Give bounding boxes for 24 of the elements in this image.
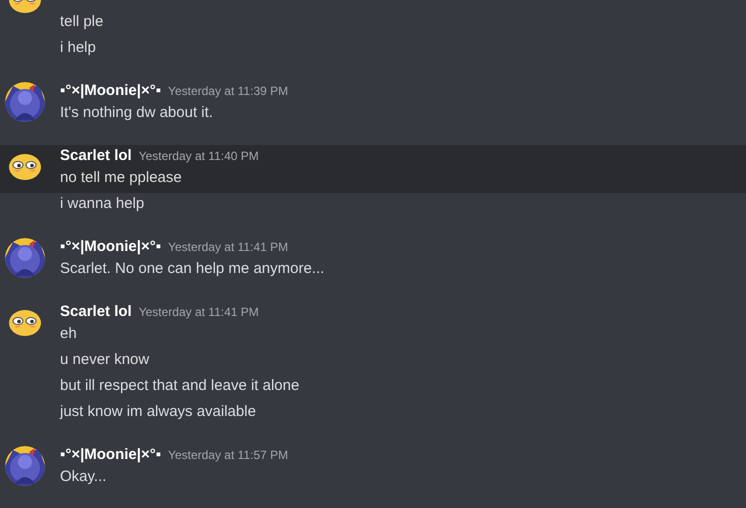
avatar-icon: [5, 82, 45, 122]
message-text: u never know: [60, 351, 150, 368]
message-text: eh: [60, 325, 77, 342]
message-text: i help: [60, 39, 96, 56]
message-text: Scarlet. No one can help me anymore...: [60, 260, 324, 277]
author-name[interactable]: Scarlet lol: [60, 300, 132, 324]
timestamp: Yesterday at 11:41 PM: [138, 304, 259, 321]
avatar-icon: [5, 238, 45, 278]
timestamp: Yesterday at 11:39 PM: [168, 83, 288, 100]
author-name[interactable]: ▪°×|Moonie|×°▪: [60, 444, 162, 466]
avatar-icon: [5, 446, 45, 486]
message-text: no tell me pplease: [60, 169, 182, 186]
timestamp: Yesterday at 11:57 PM: [168, 447, 288, 464]
message-text: just know im always available: [60, 403, 256, 420]
message-text: Okay...: [60, 468, 106, 485]
author-name[interactable]: ▪°×|Moonie|×°▪: [60, 80, 162, 102]
timestamp: Yesterday at 11:41 PM: [168, 239, 288, 256]
author-name[interactable]: ▪°×|Moonie|×°▪: [60, 236, 162, 258]
message-text: tell ple: [60, 13, 104, 30]
message-text: It's nothing dw about it.: [60, 104, 213, 121]
author-name[interactable]: Scarlet lol: [60, 144, 132, 168]
message-text: but ill respect that and leave it alone: [60, 377, 300, 394]
message-text: i wanna help: [60, 195, 144, 212]
timestamp: Yesterday at 11:40 PM: [138, 148, 259, 165]
